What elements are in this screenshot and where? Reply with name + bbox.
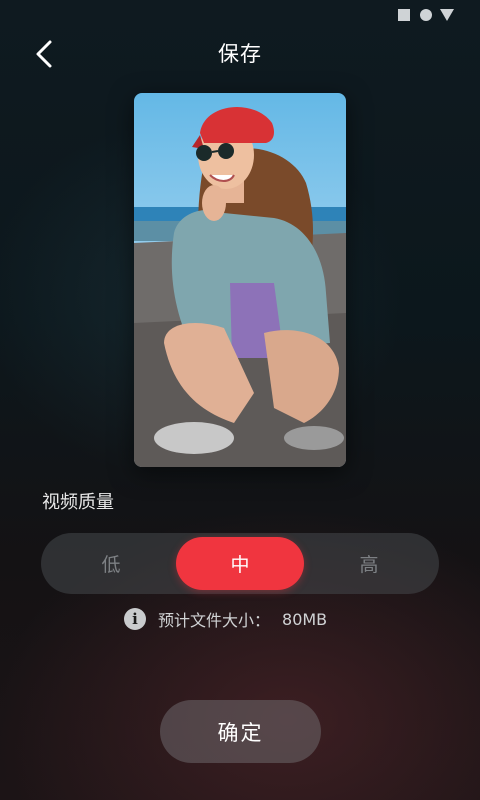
- quality-option-medium[interactable]: 中: [176, 537, 304, 590]
- video-preview: [134, 93, 346, 467]
- quality-label: 视频质量: [42, 492, 114, 513]
- quality-selector[interactable]: 低 中 高: [41, 533, 439, 594]
- status-bar: [0, 0, 480, 28]
- triangle-icon: [440, 9, 454, 21]
- quality-option-high[interactable]: 高: [305, 537, 433, 590]
- page-title: 保存: [218, 42, 262, 66]
- photo-preview: [134, 106, 346, 467]
- info-icon: i: [124, 608, 146, 630]
- circle-icon: [420, 9, 432, 21]
- quality-option-low[interactable]: 低: [47, 537, 175, 590]
- file-size-value: 80MB: [282, 609, 328, 629]
- confirm-button[interactable]: 确定: [160, 700, 321, 763]
- file-size-label: 预计文件大小：: [158, 611, 271, 630]
- square-icon: [398, 9, 410, 21]
- file-size-estimate: i 预计文件大小： 80MB: [124, 606, 327, 632]
